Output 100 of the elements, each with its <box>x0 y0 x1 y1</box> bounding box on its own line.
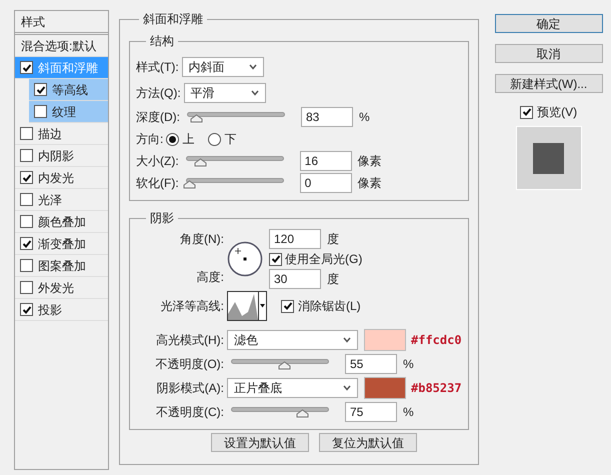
style-item[interactable]: 外发光 <box>15 277 108 299</box>
dropdown[interactable]: 内斜面 <box>182 57 264 77</box>
field-label: 不透明度(C): <box>155 404 225 421</box>
style-item[interactable]: 图案叠加 <box>15 255 108 277</box>
number-field[interactable]: 55 <box>345 354 397 374</box>
radio-button[interactable] <box>166 132 180 146</box>
field-label: 阴影模式(A): <box>156 380 225 397</box>
color-swatch[interactable] <box>364 329 406 351</box>
field-label: 样式(T): <box>136 59 180 76</box>
number-field[interactable]: 83 <box>301 107 353 127</box>
item-label: 等高线 <box>52 82 88 98</box>
number-field[interactable]: 120 <box>269 229 321 249</box>
color-swatch[interactable] <box>364 377 406 399</box>
field-label: 高光模式(H): <box>155 332 225 349</box>
item-label: 图案叠加 <box>38 258 86 274</box>
style-item[interactable]: 投影 <box>15 299 108 321</box>
checkbox[interactable] <box>34 105 47 118</box>
style-item[interactable]: 描边 <box>15 123 108 145</box>
checkbox[interactable] <box>20 215 33 228</box>
slider-thumb[interactable] <box>194 158 207 166</box>
caret-icon <box>248 64 257 70</box>
default-button[interactable]: 设置为默认值 <box>210 433 309 452</box>
style-item[interactable]: 内阴影 <box>15 145 108 167</box>
field-label: 深度(D): <box>136 109 181 126</box>
checkbox[interactable] <box>20 127 33 140</box>
field-label: 光泽等高线: <box>160 298 225 315</box>
checkbox[interactable] <box>20 303 33 316</box>
dialog-button[interactable]: 取消 <box>494 44 603 63</box>
checkbox[interactable] <box>20 193 33 206</box>
checkbox[interactable] <box>520 106 534 118</box>
panel-header: 样式 <box>15 11 108 35</box>
angle-dial[interactable] <box>227 241 263 277</box>
checkbox[interactable] <box>34 83 47 96</box>
radio-button[interactable] <box>208 132 222 146</box>
field-label: 高度: <box>196 269 225 286</box>
item-label: 描边 <box>38 126 62 142</box>
unit-label: 度 <box>327 231 339 248</box>
option-label: 下 <box>224 131 236 148</box>
slider-thumb[interactable] <box>182 180 196 188</box>
dropdown[interactable]: 滤色 <box>227 330 358 350</box>
checkbox[interactable] <box>20 259 33 272</box>
number-field[interactable]: 16 <box>300 151 352 171</box>
option-label: 上 <box>182 131 194 148</box>
item-label: 渐变叠加 <box>38 236 86 252</box>
dialog-button[interactable]: 新建样式(W)... <box>494 74 603 93</box>
field-label: 角度(N): <box>180 231 225 248</box>
checkbox-label: 消除锯齿(L) <box>298 298 361 315</box>
dropdown[interactable]: 平滑 <box>184 83 266 103</box>
number-field[interactable]: 0 <box>300 173 352 193</box>
item-label: 光泽 <box>38 192 62 208</box>
item-label: 颜色叠加 <box>38 214 86 230</box>
item-label: 投影 <box>38 302 62 318</box>
number-field[interactable]: 30 <box>269 269 321 289</box>
checkbox[interactable] <box>20 149 33 162</box>
slider-thumb[interactable] <box>296 408 310 418</box>
style-item[interactable]: 渐变叠加 <box>15 233 108 255</box>
group-title: 阴影 <box>149 210 175 227</box>
style-item[interactable]: 等高线 <box>29 79 108 101</box>
item-label: 内阴影 <box>38 148 74 164</box>
field-label: 软化(F): <box>136 175 180 192</box>
group-title: 结构 <box>149 33 175 50</box>
checkbox-label: 使用全局光(G) <box>285 251 362 268</box>
field-label: 大小(Z): <box>136 153 180 170</box>
checkbox[interactable] <box>269 252 282 266</box>
unit-label: % <box>403 404 414 421</box>
caret-icon <box>343 337 351 343</box>
field-label: 方向: <box>136 131 164 148</box>
checkbox[interactable] <box>20 61 33 74</box>
color-code: #ffcdc0 <box>411 332 462 349</box>
style-item[interactable]: 颜色叠加 <box>15 211 108 233</box>
contour-picker[interactable] <box>227 291 267 321</box>
caret-icon <box>260 304 265 308</box>
checkbox[interactable] <box>20 237 33 250</box>
number-field[interactable]: 75 <box>345 402 397 422</box>
slider-thumb[interactable] <box>278 360 292 370</box>
color-code: #b85237 <box>411 380 462 397</box>
checkbox-label: 预览(V) <box>537 104 578 121</box>
unit-label: % <box>359 109 370 126</box>
unit-label: 像素 <box>358 175 382 192</box>
item-label: 斜面和浮雕 <box>38 60 98 76</box>
style-item[interactable]: 内发光 <box>15 167 108 189</box>
checkbox[interactable] <box>20 281 33 294</box>
dialog-button[interactable]: 确定 <box>494 14 603 33</box>
caret-icon <box>250 90 259 96</box>
unit-label: 像素 <box>358 153 382 170</box>
item-label: 纹理 <box>52 104 76 120</box>
checkbox[interactable] <box>20 171 33 184</box>
caret-icon <box>343 385 351 391</box>
style-item[interactable]: 光泽 <box>15 189 108 211</box>
group-title: 斜面和浮雕 <box>142 11 204 28</box>
default-button[interactable]: 复位为默认值 <box>318 433 417 452</box>
checkbox[interactable] <box>281 300 294 312</box>
style-item[interactable]: 纹理 <box>29 101 108 123</box>
item-label: 内发光 <box>38 170 74 186</box>
preview-swatch <box>533 142 564 174</box>
unit-label: % <box>403 356 414 373</box>
field-label: 不透明度(O): <box>154 356 225 373</box>
item-label: 外发光 <box>38 280 74 296</box>
dropdown[interactable]: 正片叠底 <box>227 378 358 398</box>
slider-thumb[interactable] <box>190 114 204 122</box>
